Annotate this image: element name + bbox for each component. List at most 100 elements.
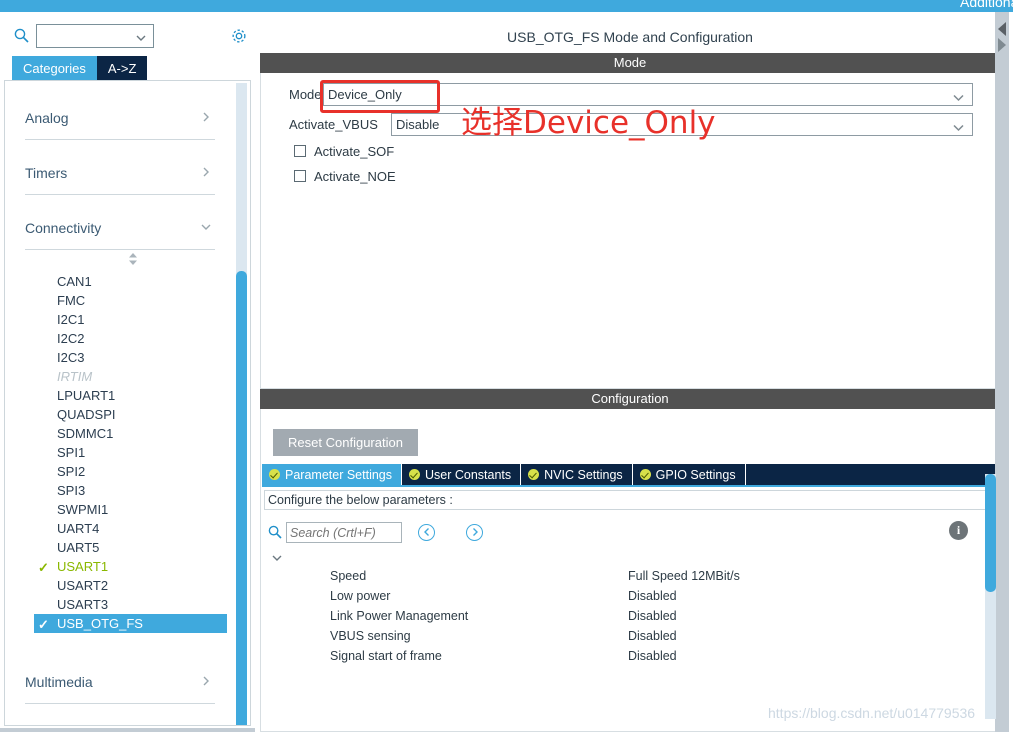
tab-label: NVIC Settings [544,467,623,482]
search-input[interactable] [36,24,154,48]
resize-grip[interactable] [997,718,1009,730]
configuration-scrollbar-thumb[interactable] [985,474,996,592]
chevron-down-icon[interactable] [270,551,284,565]
additional-software-label[interactable]: Additional Software [960,0,1013,10]
list-item-spi2[interactable]: SPI2 [5,462,233,481]
list-item-usart3[interactable]: USART3 [5,595,233,614]
list-item-uart4[interactable]: UART4 [5,519,233,538]
arrow-right-icon[interactable] [998,38,1006,52]
panel-collapse-arrows[interactable] [997,22,1009,56]
list-item-sdmmc1[interactable]: SDMMC1 [5,424,233,443]
parameter-search-input[interactable] [286,522,402,543]
list-item-label: SPI3 [57,483,86,498]
search-prev-button[interactable] [418,524,435,541]
check-circle-icon [409,469,420,480]
top-blue-bar-right: Additional Software ✓ Pinout [260,0,1013,12]
check-circle-icon [528,469,540,480]
table-row[interactable]: VBUS sensing Disabled [262,629,990,649]
list-item-quadspi[interactable]: QUADSPI [5,405,233,424]
list-item-i2c2[interactable]: I2C2 [5,329,233,348]
list-item-label: USART1 [57,559,109,574]
left-sidebar: Categories A->Z Analog Timers Connectivi… [0,12,255,732]
check-icon: ✓ [38,617,49,632]
list-item-label: FMC [57,293,86,308]
gear-icon[interactable] [230,27,248,45]
sidebar-group-label: Connectivity [25,220,102,236]
list-item-usart1[interactable]: ✓ USART1 [5,557,233,576]
chevron-down-icon [952,119,965,132]
sidebar-group-connectivity[interactable]: Connectivity [25,209,215,250]
sidebar-group-security[interactable]: Security [25,718,215,725]
checkbox-box[interactable] [294,145,306,157]
list-item-i2c1[interactable]: I2C1 [5,310,233,329]
mode-field-label: Mode [289,87,322,102]
tab-label: User Constants [425,467,512,482]
chevron-down-icon [952,89,965,102]
mode-section-body: Mode Device_Only Activate_VBUS Disable A… [260,73,1000,389]
tab-nvic-settings[interactable]: NVIC Settings [521,464,633,485]
search-icon [268,525,282,539]
window-scrollbar-track[interactable] [995,12,1009,732]
list-item-fmc[interactable]: FMC [5,291,233,310]
up-down-icon [127,252,139,271]
sidebar-group-label: Multimedia [25,674,93,690]
list-item-i2c3[interactable]: I2C3 [5,348,233,367]
list-item-lpuart1[interactable]: LPUART1 [5,386,233,405]
sidebar-tabs: Categories A->Z [12,56,148,80]
mode-section-header: Mode [260,53,1000,73]
check-icon: ✓ [38,560,49,575]
page-title: USB_OTG_FS Mode and Configuration [507,29,753,45]
list-item-label: CAN1 [57,274,92,289]
list-item-swpmi1[interactable]: SWPMI1 [5,500,233,519]
search-next-button[interactable] [466,524,483,541]
list-item-spi3[interactable]: SPI3 [5,481,233,500]
param-value: Disabled [628,649,677,663]
tab-a-to-z[interactable]: A->Z [96,56,148,80]
sidebar-search-row [0,18,255,50]
reset-configuration-button[interactable]: Reset Configuration [273,429,418,456]
tab-gpio-settings[interactable]: GPIO Settings [632,464,746,485]
list-item-label: USART2 [57,578,109,593]
sidebar-group-multimedia[interactable]: Multimedia [25,663,215,704]
main-content: USB_OTG_FS Mode and Configuration Mode M… [257,12,1013,732]
list-scroll-spinner[interactable] [5,250,233,270]
tab-label: GPIO Settings [655,467,736,482]
checkbox-box[interactable] [294,170,306,182]
configure-hint: Configure the below parameters : [264,490,988,510]
sidebar-group-timers[interactable]: Timers [25,154,215,195]
list-item-can1[interactable]: CAN1 [5,272,233,291]
list-item-uart5[interactable]: UART5 [5,538,233,557]
list-item-label: SWPMI1 [57,502,109,517]
param-name: Speed [330,569,367,583]
tab-user-constants[interactable]: User Constants [402,464,522,485]
table-row[interactable]: Low power Disabled [262,589,990,609]
arrow-left-icon[interactable] [998,22,1006,36]
sidebar-group-label: Analog [25,110,69,126]
chevron-right-icon [199,110,213,124]
list-item-label: SDMMC1 [57,426,114,441]
tab-categories[interactable]: Categories [12,56,97,80]
checkbox-label: Activate_SOF [314,144,395,159]
search-icon [14,28,29,43]
table-row[interactable]: Speed Full Speed 12MBit/s [262,569,990,589]
configuration-tabs: Parameter Settings User Constants NVIC S… [262,464,1000,485]
watermark: https://blog.csdn.net/u014779536 [768,705,976,721]
info-icon[interactable]: i [949,521,968,540]
sidebar-scrollbar-thumb[interactable] [236,271,247,725]
list-item-label: USART3 [57,597,109,612]
connectivity-items: CAN1 FMC I2C1 I2C2 I2C3 IRTIM LPUART1 QU… [5,272,233,633]
table-row[interactable]: Signal start of frame Disabled [262,649,990,669]
annotation-text: 选择Device_Only [461,105,716,141]
chevron-right-icon [199,674,213,688]
table-row[interactable]: Link Power Management Disabled [262,609,990,629]
sidebar-group-label: Timers [25,165,68,181]
check-circle-icon [269,469,280,480]
configuration-section-header: Configuration [260,389,1000,409]
list-item-spi1[interactable]: SPI1 [5,443,233,462]
list-item-label: I2C2 [57,331,85,346]
tab-parameter-settings[interactable]: Parameter Settings [262,464,402,485]
param-name: Link Power Management [330,609,469,623]
sidebar-group-analog[interactable]: Analog [25,99,215,140]
list-item-usart2[interactable]: USART2 [5,576,233,595]
list-item-usb-otg-fs[interactable]: ✓ USB_OTG_FS [34,614,227,633]
